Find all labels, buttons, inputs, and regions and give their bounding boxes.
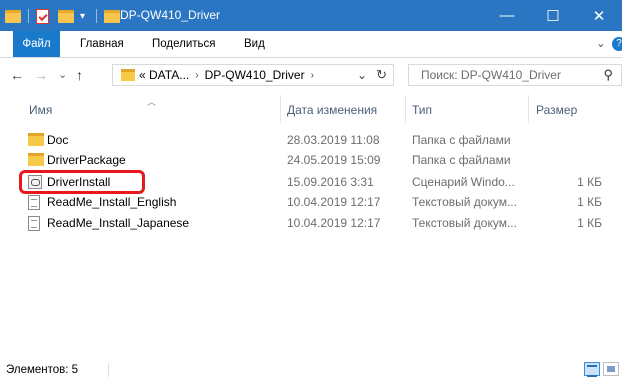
new-folder-icon[interactable]	[58, 7, 74, 25]
column-name[interactable]: Имя	[29, 103, 52, 117]
text-document-icon	[28, 216, 40, 231]
title-bar: ▾ DP-QW410_Driver — ☐ ✕	[0, 0, 622, 31]
search-icon[interactable]: ⚲	[603, 67, 613, 83]
details-view-icon[interactable]	[584, 362, 600, 377]
folder-icon	[28, 133, 44, 146]
column-date[interactable]: Дата изменения	[287, 103, 377, 117]
navigation-bar: ← → ⌄ ↑ « DATA... › DP-QW410_Driver › ⌄ …	[0, 58, 622, 94]
tab-home[interactable]: Главная	[80, 35, 124, 53]
search-input[interactable]: Поиск: DP-QW410_Driver ⚲	[408, 64, 622, 86]
file-name: Doc	[47, 133, 69, 147]
status-bar: Элементов: 5	[0, 360, 622, 379]
address-bar[interactable]: « DATA... › DP-QW410_Driver › ⌄ ↻	[112, 64, 394, 86]
item-count: Элементов: 5	[6, 364, 79, 376]
file-row[interactable]: DriverPackage 24.05.2019 15:09 Папка с ф…	[22, 150, 612, 170]
large-icons-view-icon[interactable]	[603, 362, 619, 376]
breadcrumb-data[interactable]: « DATA...	[139, 68, 189, 82]
up-button[interactable]: ↑	[76, 67, 83, 83]
column-header: ︿ Имя Дата изменения Тип Размер	[0, 95, 622, 123]
column-divider[interactable]	[405, 95, 406, 123]
column-divider[interactable]	[528, 95, 529, 123]
status-divider	[108, 363, 109, 377]
address-dropdown-icon[interactable]: ⌄	[357, 68, 367, 82]
file-size: 1 КБ	[577, 216, 602, 230]
file-row[interactable]: ReadMe_Install_Japanese 10.04.2019 12:17…	[22, 213, 612, 233]
file-row[interactable]: ReadMe_Install_English 10.04.2019 12:17 …	[22, 192, 612, 212]
file-date: 10.04.2019 12:17	[287, 216, 381, 230]
window-folder-icon	[104, 7, 120, 25]
folder-icon	[5, 7, 21, 25]
breadcrumb-current[interactable]: DP-QW410_Driver	[205, 68, 305, 82]
column-size[interactable]: Размер	[536, 103, 577, 117]
file-row[interactable]: Doc 28.03.2019 11:08 Папка с файлами	[22, 130, 612, 150]
ribbon-tabs: Файл Главная Поделиться Вид ⌄ ?	[0, 31, 622, 58]
file-name: DriverPackage	[47, 153, 126, 167]
tab-share[interactable]: Поделиться	[152, 35, 216, 53]
file-date: 15.09.2016 3:31	[287, 175, 374, 189]
highlight-annotation	[19, 170, 145, 194]
file-date: 10.04.2019 12:17	[287, 195, 381, 209]
address-folder-icon	[121, 69, 135, 81]
file-type: Текстовый докум...	[412, 195, 517, 209]
tab-view[interactable]: Вид	[244, 35, 265, 53]
file-date: 28.03.2019 11:08	[287, 133, 380, 147]
column-type[interactable]: Тип	[412, 103, 432, 117]
refresh-icon[interactable]: ↻	[376, 67, 387, 83]
column-divider[interactable]	[280, 95, 281, 123]
close-button[interactable]: ✕	[576, 0, 622, 31]
file-name: ReadMe_Install_Japanese	[47, 216, 190, 230]
properties-icon[interactable]	[36, 7, 49, 25]
file-size: 1 КБ	[577, 175, 602, 189]
sort-ascending-icon: ︿	[147, 97, 157, 107]
customize-toolbar-icon[interactable]: ▾	[80, 7, 85, 25]
file-type: Сценарий Windo...	[412, 175, 515, 189]
file-type: Текстовый докум...	[412, 216, 517, 230]
help-icon[interactable]: ?	[612, 37, 622, 51]
file-type: Папка с файлами	[412, 133, 511, 147]
breadcrumb-separator[interactable]: ›	[195, 70, 198, 81]
minimize-button[interactable]: —	[484, 0, 530, 31]
file-size: 1 КБ	[577, 195, 602, 209]
maximize-button[interactable]: ☐	[530, 0, 576, 31]
folder-icon	[28, 153, 44, 166]
separator	[96, 7, 97, 25]
recent-locations-button[interactable]: ⌄	[58, 68, 67, 81]
file-name: ReadMe_Install_English	[47, 195, 177, 209]
window-title: DP-QW410_Driver	[120, 8, 221, 22]
breadcrumb-separator[interactable]: ›	[311, 70, 314, 81]
file-type: Папка с файлами	[412, 153, 511, 167]
text-document-icon	[28, 195, 40, 210]
collapse-ribbon-icon[interactable]: ⌄	[596, 35, 606, 53]
tab-file[interactable]: Файл	[13, 31, 60, 57]
back-button[interactable]: ←	[10, 67, 24, 83]
forward-button[interactable]: →	[34, 67, 48, 83]
file-date: 24.05.2019 15:09	[287, 153, 381, 167]
separator	[28, 7, 29, 25]
search-placeholder: Поиск: DP-QW410_Driver	[421, 68, 561, 82]
